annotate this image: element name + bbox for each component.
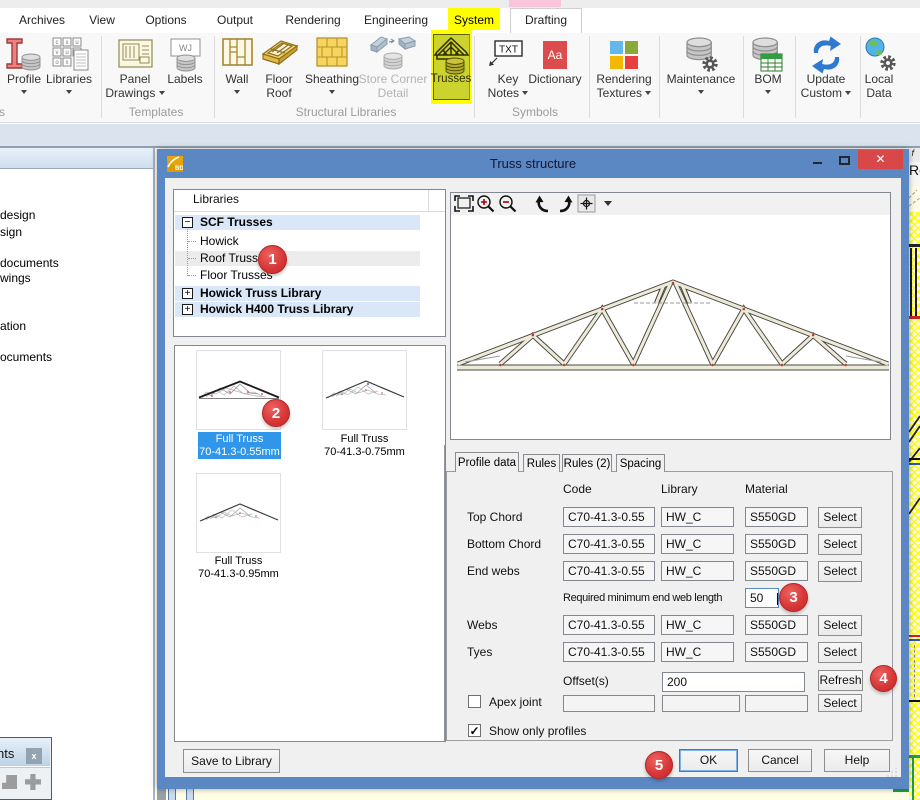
- svg-text:x: x: [66, 60, 69, 66]
- svg-text:v: v: [56, 50, 59, 56]
- svg-text:u: u: [65, 50, 68, 56]
- svg-text:u: u: [75, 40, 78, 46]
- svg-text:TXT: TXT: [499, 45, 518, 56]
- svg-text:x: x: [66, 40, 69, 46]
- svg-text:WJ: WJ: [179, 43, 192, 53]
- svg-text:Aa: Aa: [548, 48, 563, 62]
- svg-text:c: c: [56, 40, 59, 46]
